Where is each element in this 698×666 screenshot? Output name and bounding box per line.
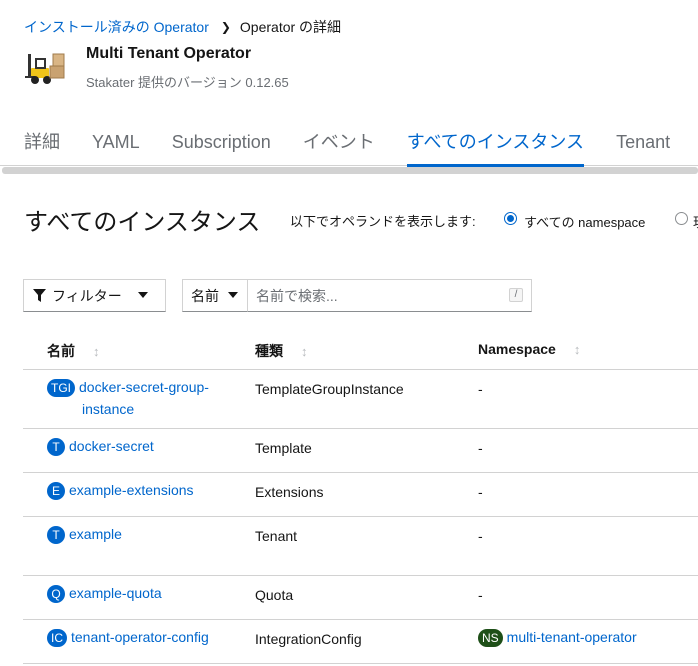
namespace-link[interactable]: multi-tenant-operator <box>507 629 637 645</box>
instance-kind: Extensions <box>255 484 324 500</box>
instance-name-link[interactable]: docker-secret <box>69 438 154 454</box>
instance-namespace: - <box>478 381 483 397</box>
sort-icon: ↕ <box>93 343 100 359</box>
resource-kind-badge: T <box>47 438 65 457</box>
instance-name-link[interactable]: example-quota <box>69 585 162 601</box>
sort-icon: ↕ <box>573 341 581 357</box>
section-title: すべてのインスタンス <box>24 209 261 236</box>
tab-yaml[interactable]: YAML <box>76 122 156 166</box>
instance-name-link[interactable]: example <box>69 526 122 542</box>
divider <box>23 428 698 429</box>
radio-current-namespace[interactable] <box>675 212 688 225</box>
breadcrumb-installed-operators-link[interactable]: インストール済みの Operator <box>24 17 209 37</box>
column-header-kind-label: 種類 <box>255 343 283 359</box>
resource-kind-badge: Q <box>47 585 65 604</box>
chevron-right-icon: ❯ <box>220 20 231 34</box>
radio-all-namespaces-label: すべての namespace <box>524 215 646 230</box>
column-header-name[interactable]: 名前 ↕ <box>47 341 100 361</box>
tab-all-instances[interactable]: すべてのインスタンス <box>391 122 600 167</box>
divider <box>23 516 698 517</box>
tab-tenant[interactable]: Tenant <box>600 122 686 166</box>
filter-dropdown[interactable]: フィルター <box>23 279 166 312</box>
namespace-filter-label: 以下でオペランドを表示します: <box>290 214 476 229</box>
column-header-kind[interactable]: 種類 ↕ <box>255 341 308 361</box>
instance-kind: Template <box>255 440 312 456</box>
instance-kind: Quota <box>255 587 294 603</box>
table-row: Texample <box>47 526 122 545</box>
instance-namespace: - <box>478 587 483 603</box>
column-header-namespace[interactable]: Namespace ↕ <box>478 341 580 357</box>
table-row: Qexample-quota <box>47 585 162 604</box>
tab-bar: 詳細 YAML Subscription イベント すべてのインスタンス Ten… <box>0 122 698 167</box>
table-row: Eexample-extensions <box>47 482 194 501</box>
instance-name-link-continued[interactable]: instance <box>82 401 134 417</box>
search-input[interactable] <box>247 279 532 312</box>
radio-all-namespaces[interactable] <box>504 212 517 225</box>
instance-name-link[interactable]: docker-secret-group- <box>79 379 209 395</box>
search-field-select[interactable]: 名前 <box>182 279 248 312</box>
divider <box>23 663 698 664</box>
operator-title: Multi Tenant Operator <box>86 45 252 62</box>
instance-namespace: - <box>478 440 483 456</box>
divider <box>23 619 698 620</box>
filter-label: フィルター <box>52 287 122 304</box>
instance-namespace-cell: NS multi-tenant-operator <box>478 629 637 648</box>
tabs-scrollbar[interactable] <box>2 167 698 174</box>
column-header-namespace-label: Namespace <box>478 341 556 357</box>
breadcrumb-current: Operator の詳細 <box>239 19 342 35</box>
search-shortcut-hint: / <box>509 288 523 302</box>
tab-details[interactable]: 詳細 <box>0 122 76 166</box>
resource-kind-badge: TGI <box>47 379 75 398</box>
divider <box>23 472 698 473</box>
sort-icon: ↕ <box>301 343 308 359</box>
column-header-name-label: 名前 <box>47 343 75 359</box>
divider <box>23 369 698 370</box>
resource-kind-badge: E <box>47 482 65 501</box>
divider <box>23 575 698 576</box>
search-field-select-label: 名前 <box>191 287 219 304</box>
instance-kind: TemplateGroupInstance <box>255 381 404 397</box>
resource-kind-badge: IC <box>47 629 67 648</box>
operator-subtitle: Stakater 提供のバージョン 0.12.65 <box>86 75 289 90</box>
instance-kind: IntegrationConfig <box>255 631 362 647</box>
table-row: TGI docker-secret-group- <box>47 379 209 398</box>
namespace-badge: NS <box>478 629 503 648</box>
breadcrumb: インストール済みの Operator ❯ Operator の詳細 <box>24 17 341 37</box>
tab-subscription[interactable]: Subscription <box>156 122 287 166</box>
filter-icon <box>33 289 46 302</box>
instance-namespace: - <box>478 484 483 500</box>
tab-events[interactable]: イベント <box>287 122 391 166</box>
instance-namespace: - <box>478 528 483 544</box>
radio-current-namespace-label: 現 <box>693 212 698 231</box>
forklift-logo-icon <box>25 53 65 84</box>
instance-name-link[interactable]: tenant-operator-config <box>71 629 209 645</box>
instance-name-link[interactable]: example-extensions <box>69 482 194 498</box>
table-row: Tdocker-secret <box>47 438 154 457</box>
caret-down-icon <box>138 292 148 298</box>
resource-kind-badge: T <box>47 526 65 545</box>
instance-kind: Tenant <box>255 528 298 544</box>
caret-down-icon <box>228 292 238 298</box>
table-row: IC tenant-operator-config <box>47 629 209 648</box>
